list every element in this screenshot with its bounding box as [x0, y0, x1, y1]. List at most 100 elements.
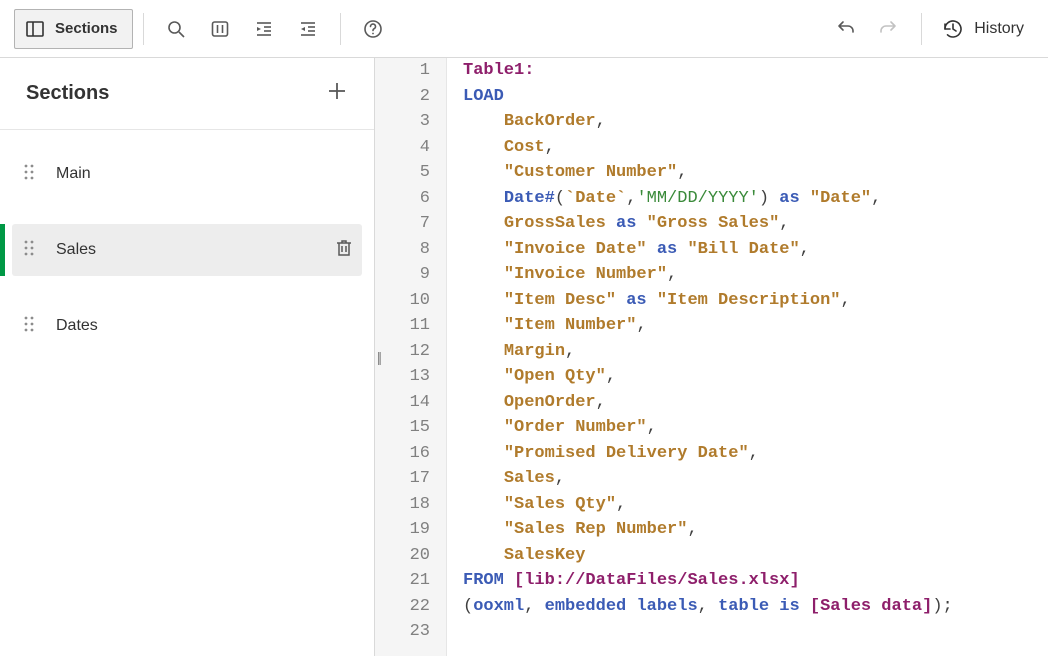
code-token: Date#: [504, 189, 555, 208]
code-token: ,: [667, 265, 677, 284]
code-token: ,: [698, 597, 718, 616]
outdent-button[interactable]: [286, 9, 330, 49]
code-line[interactable]: "Item Desc" as "Item Description",: [463, 288, 953, 314]
history-label: History: [974, 20, 1024, 38]
code-token: "Gross Sales": [647, 214, 780, 233]
code-line[interactable]: (ooxml, embedded labels, table is [Sales…: [463, 594, 953, 620]
toolbar: Sections: [0, 0, 1048, 58]
code-token: ,: [606, 367, 616, 386]
code-line[interactable]: "Invoice Date" as "Bill Date",: [463, 237, 953, 263]
redo-icon: [878, 18, 900, 40]
code-token: [463, 214, 504, 233]
code-line[interactable]: [463, 619, 953, 645]
section-item-sales[interactable]: Sales: [12, 224, 362, 276]
code-line[interactable]: "Customer Number",: [463, 160, 953, 186]
code-line[interactable]: FROM [lib://DataFiles/Sales.xlsx]: [463, 568, 953, 594]
code-token: GrossSales: [504, 214, 606, 233]
toolbar-divider: [340, 13, 341, 45]
code-line[interactable]: LOAD: [463, 84, 953, 110]
sidebar-title: Sections: [26, 82, 109, 105]
code-token: ,: [596, 393, 606, 412]
line-number: 6: [375, 186, 430, 212]
line-number: 2: [375, 84, 430, 110]
sections-toggle-button[interactable]: Sections: [14, 9, 133, 49]
history-button[interactable]: History: [932, 9, 1034, 49]
search-button[interactable]: [154, 9, 198, 49]
code-token: as: [616, 214, 636, 233]
code-token: "Item Desc": [504, 291, 616, 310]
code-token: [463, 291, 504, 310]
code-line[interactable]: Sales,: [463, 466, 953, 492]
code-line[interactable]: "Sales Qty",: [463, 492, 953, 518]
code-token: [463, 444, 504, 463]
indent-button[interactable]: [242, 9, 286, 49]
line-gutter: 1234567891011121314151617181920212223: [375, 58, 447, 656]
code-line[interactable]: Margin,: [463, 339, 953, 365]
code-line[interactable]: "Order Number",: [463, 415, 953, 441]
line-number: 20: [375, 543, 430, 569]
code-token: "Sales Qty": [504, 495, 616, 514]
code-token: "Promised Delivery Date": [504, 444, 749, 463]
drag-handle-icon[interactable]: [22, 314, 36, 339]
code-token: Cost: [504, 138, 545, 157]
code-token: [616, 291, 626, 310]
delete-section-button[interactable]: [334, 238, 354, 263]
code-token: "Bill Date": [687, 240, 799, 259]
section-item-label: Main: [56, 165, 354, 183]
undo-button[interactable]: [823, 9, 867, 49]
undo-icon: [834, 18, 856, 40]
indent-icon: [254, 19, 274, 39]
code-token: ,: [677, 163, 687, 182]
section-item-main[interactable]: Main: [12, 148, 362, 200]
code-area[interactable]: Table1:LOAD BackOrder, Cost, "Customer N…: [447, 58, 953, 656]
code-line[interactable]: Table1:: [463, 58, 953, 84]
code-line[interactable]: Date#(`Date`,'MM/DD/YYYY') as "Date",: [463, 186, 953, 212]
code-token: "Invoice Number": [504, 265, 667, 284]
code-line[interactable]: Cost,: [463, 135, 953, 161]
add-section-button[interactable]: [326, 80, 348, 107]
line-number: 17: [375, 466, 430, 492]
code-line[interactable]: "Promised Delivery Date",: [463, 441, 953, 467]
code-token: ,: [647, 418, 657, 437]
code-token: as: [626, 291, 646, 310]
line-number: 11: [375, 313, 430, 339]
code-token: [606, 214, 616, 233]
code-token: Margin: [504, 342, 565, 361]
code-token: "Item Number": [504, 316, 637, 335]
code-token: "Sales Rep Number": [504, 520, 688, 539]
code-line[interactable]: SalesKey: [463, 543, 953, 569]
code-line[interactable]: OpenOrder,: [463, 390, 953, 416]
code-token: 'MM/DD/YYYY': [636, 189, 758, 208]
panel-icon: [25, 19, 45, 39]
code-editor[interactable]: 1234567891011121314151617181920212223 Ta…: [375, 58, 1048, 656]
comment-button[interactable]: [198, 9, 242, 49]
splitter-handle[interactable]: ||: [377, 349, 380, 365]
code-line[interactable]: "Item Number",: [463, 313, 953, 339]
code-token: );: [932, 597, 952, 616]
code-line[interactable]: BackOrder,: [463, 109, 953, 135]
section-item-label: Dates: [56, 317, 354, 335]
line-number: 19: [375, 517, 430, 543]
drag-handle-icon[interactable]: [22, 238, 36, 263]
section-item-label: Sales: [56, 241, 314, 259]
code-line[interactable]: GrossSales as "Gross Sales",: [463, 211, 953, 237]
code-line[interactable]: "Open Qty",: [463, 364, 953, 390]
code-token: "Date": [810, 189, 871, 208]
drag-handle-icon[interactable]: [22, 162, 36, 187]
help-button[interactable]: [351, 9, 395, 49]
toolbar-divider: [143, 13, 144, 45]
section-item-dates[interactable]: Dates: [12, 300, 362, 352]
redo-button[interactable]: [867, 9, 911, 49]
code-line[interactable]: "Invoice Number",: [463, 262, 953, 288]
plus-icon: [326, 80, 348, 102]
code-token: [463, 240, 504, 259]
code-line[interactable]: "Sales Rep Number",: [463, 517, 953, 543]
code-token: [lib://DataFiles/Sales.xlsx]: [514, 571, 800, 590]
code-token: SalesKey: [504, 546, 586, 565]
code-token: ,: [565, 342, 575, 361]
code-token: as: [779, 189, 799, 208]
code-token: [463, 367, 504, 386]
code-token: [800, 189, 810, 208]
code-token: ,: [545, 138, 555, 157]
line-number: 14: [375, 390, 430, 416]
